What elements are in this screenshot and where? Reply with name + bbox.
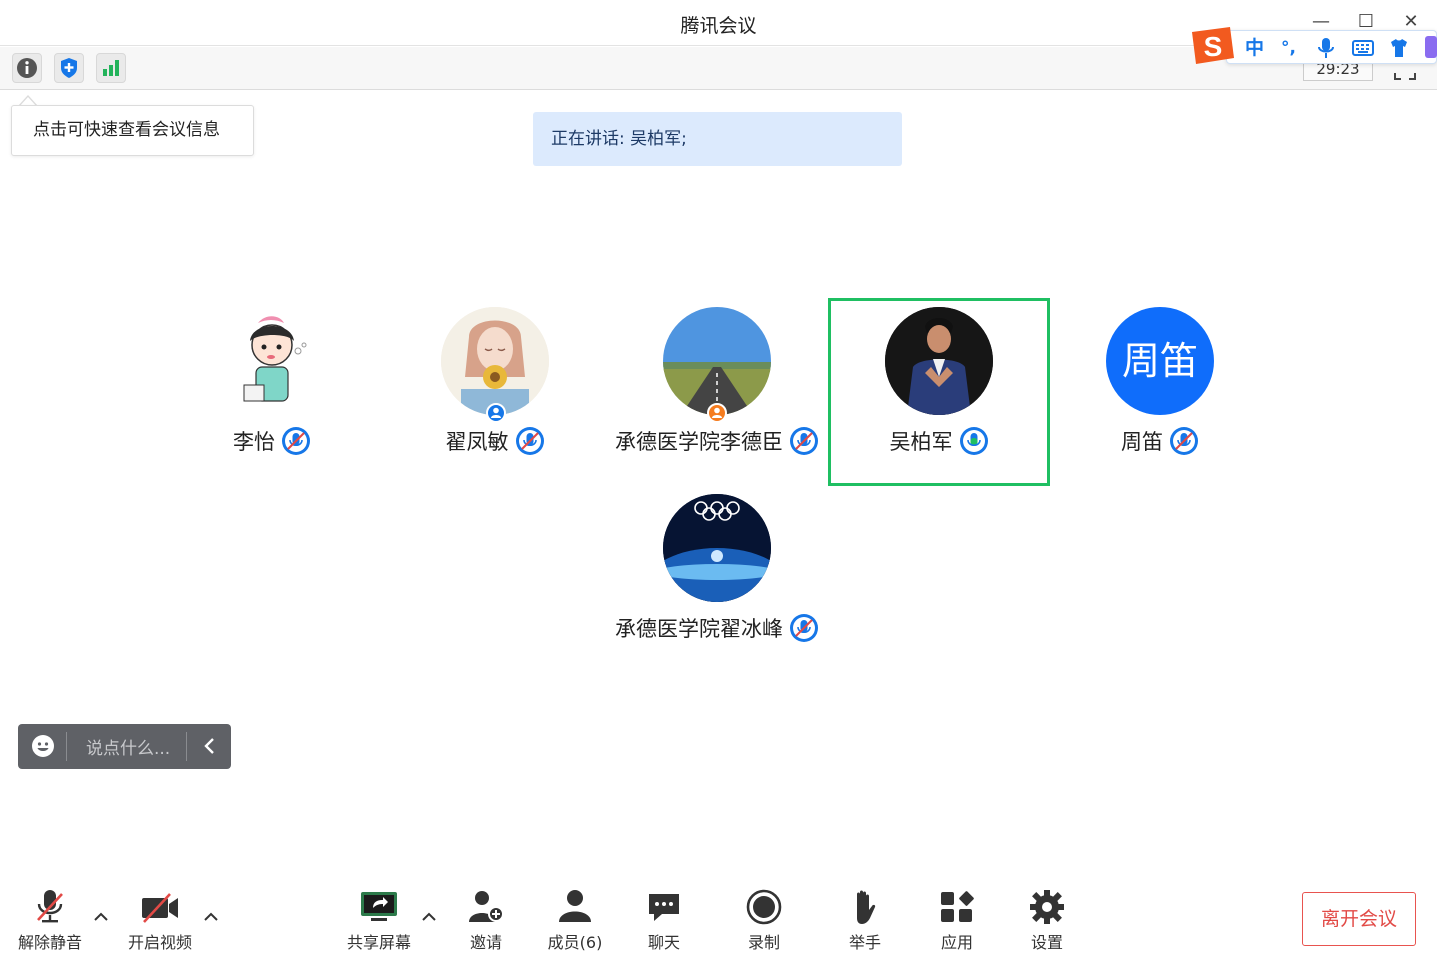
record-icon	[744, 888, 784, 926]
members-icon	[555, 888, 595, 926]
divider	[186, 732, 187, 761]
raise-hand-button[interactable]: 举手	[820, 888, 910, 952]
participant-name: 翟凤敏	[445, 430, 509, 454]
apps-label: 应用	[940, 933, 973, 952]
settings-button[interactable]: 设置	[1002, 888, 1092, 952]
ime-mode[interactable]: 中	[1245, 35, 1264, 61]
gear-icon	[1027, 888, 1067, 926]
info-icon[interactable]	[12, 53, 42, 83]
host-badge-icon	[486, 403, 506, 423]
chat-label: 聊天	[647, 933, 680, 952]
ime-punct[interactable]: °,	[1281, 35, 1296, 61]
members-button[interactable]: 成员(6)	[530, 888, 620, 952]
participant-tile[interactable]: 承德医学院翟冰峰	[602, 494, 832, 684]
participant-name: 吴柏军	[889, 430, 953, 454]
speaking-mic-icon	[959, 426, 989, 456]
skin-icon[interactable]	[1387, 35, 1411, 61]
participant-name-row: 李怡	[157, 425, 387, 457]
leave-meeting-button[interactable]: 离开会议	[1302, 892, 1416, 946]
settings-label: 设置	[1030, 933, 1063, 952]
muted-mic-icon	[789, 426, 819, 456]
chevron-up-icon[interactable]	[202, 908, 220, 922]
add-user-icon	[466, 888, 506, 926]
mic-icon[interactable]	[1317, 35, 1335, 61]
apps-icon	[937, 888, 977, 926]
record-label: 录制	[747, 933, 780, 952]
chat-icon	[644, 888, 684, 926]
ime-extra-icon[interactable]	[1425, 36, 1437, 58]
participant-name: 承德医学院李德臣	[615, 430, 783, 454]
participant-name-row: 吴柏军	[824, 425, 1054, 457]
meeting-window: 腾讯会议 — ☐ ✕ 29:23 中 °, S 点击可快速查看会议信息 正在讲话…	[0, 0, 1437, 955]
participant-tile[interactable]: 翟凤敏	[380, 307, 610, 497]
participant-tile[interactable]: 李怡	[157, 307, 387, 497]
participant-tile[interactable]: 周笛 周笛	[1045, 307, 1275, 497]
svg-text:S: S	[1204, 31, 1223, 62]
participant-tile[interactable]: 承德医学院李德臣	[602, 307, 832, 497]
muted-mic-icon	[281, 426, 311, 456]
invite-button[interactable]: 邀请	[441, 888, 531, 952]
shield-icon[interactable]	[54, 53, 84, 83]
muted-mic-icon	[789, 613, 819, 643]
participant-name: 承德医学院翟冰峰	[615, 617, 783, 641]
ime-toolbar[interactable]: 中 °, S	[1188, 24, 1437, 68]
unmute-label: 解除静音	[17, 933, 82, 952]
participant-name: 李怡	[233, 430, 275, 454]
avatar	[885, 307, 993, 415]
share-screen-button[interactable]: 共享屏幕	[334, 888, 424, 952]
participant-name-row: 周笛	[1045, 425, 1275, 457]
avatar	[218, 307, 326, 415]
meeting-controls-bar: 解除静音 开启视频 共享屏幕 邀请 成员(6) 聊天 录制 举手 应用 设置	[0, 880, 1437, 955]
apps-button[interactable]: 应用	[912, 888, 1002, 952]
avatar	[663, 494, 771, 602]
speaking-banner: 正在讲话: 吴柏军;	[533, 112, 902, 166]
chevron-left-icon[interactable]	[198, 734, 222, 758]
sogou-logo-icon[interactable]: S	[1188, 24, 1238, 68]
muted-mic-icon	[1169, 426, 1199, 456]
emoji-icon[interactable]	[30, 733, 56, 759]
avatar-initials: 周笛	[1106, 307, 1214, 415]
muted-mic-icon	[30, 888, 70, 926]
chevron-up-icon[interactable]	[92, 908, 110, 922]
chat-button[interactable]: 聊天	[619, 888, 709, 952]
share-screen-icon	[359, 888, 399, 926]
participant-name: 周笛	[1121, 430, 1163, 454]
video-off-icon	[140, 888, 180, 926]
participant-name-row: 承德医学院李德臣	[602, 425, 832, 457]
members-label: 成员(6)	[547, 933, 603, 952]
avatar	[441, 307, 549, 415]
participant-name-row: 翟凤敏	[380, 425, 610, 457]
muted-mic-icon	[515, 426, 545, 456]
ime-bar: 中 °,	[1226, 30, 1437, 64]
participant-name-row: 承德医学院翟冰峰	[602, 612, 832, 644]
start-video-label: 开启视频	[127, 933, 192, 952]
chat-input-bar[interactable]: 说点什么...	[18, 724, 231, 769]
raise-hand-label: 举手	[848, 933, 881, 952]
chevron-up-icon[interactable]	[420, 908, 438, 922]
keyboard-icon[interactable]	[1351, 35, 1375, 61]
unmute-button[interactable]: 解除静音	[5, 888, 95, 952]
divider	[66, 732, 67, 761]
invite-label: 邀请	[469, 933, 502, 952]
record-button[interactable]: 录制	[719, 888, 809, 952]
signal-icon[interactable]	[96, 53, 126, 83]
share-screen-label: 共享屏幕	[346, 933, 411, 952]
participant-tile[interactable]: 吴柏军	[824, 307, 1054, 497]
avatar	[663, 307, 771, 415]
chat-input[interactable]: 说点什么...	[86, 734, 170, 759]
start-video-button[interactable]: 开启视频	[115, 888, 205, 952]
hand-icon	[845, 888, 885, 926]
meeting-info-tooltip: 点击可快速查看会议信息	[11, 105, 254, 156]
cohost-badge-icon	[707, 403, 727, 423]
